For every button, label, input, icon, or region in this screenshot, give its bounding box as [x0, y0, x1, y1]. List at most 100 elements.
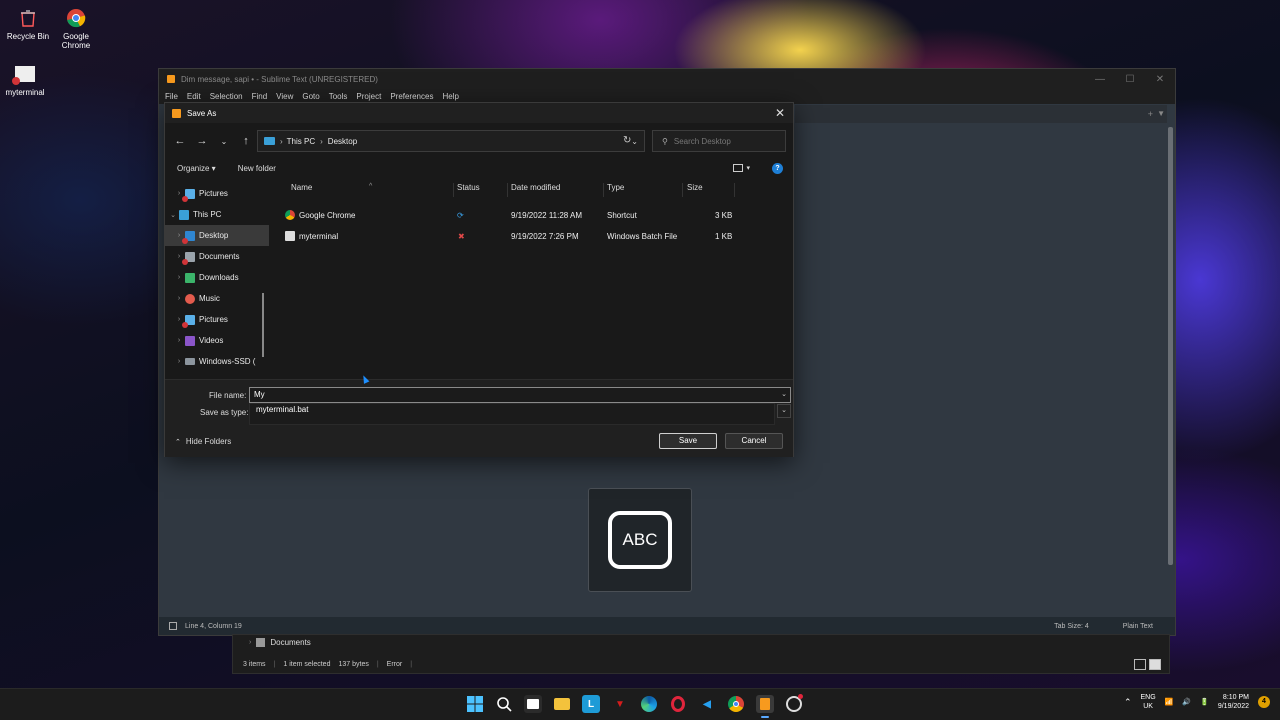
- edge-icon[interactable]: [640, 695, 658, 713]
- tab-list-chevron-icon[interactable]: ▼: [1157, 109, 1165, 118]
- nav-item-videos[interactable]: › Videos: [165, 330, 269, 351]
- file-row-myterminal[interactable]: myterminal ✖ 9/19/2022 7:26 PM Windows B…: [277, 226, 783, 247]
- clock-date: 9/19/2022: [1217, 703, 1249, 710]
- nav-item-pictures-quick[interactable]: › Pictures: [165, 183, 269, 204]
- desktop-icon-myterminal[interactable]: myterminal: [0, 62, 53, 97]
- nav-item-pictures[interactable]: › Pictures: [165, 309, 269, 330]
- nav-pane-scrollbar[interactable]: [262, 293, 264, 357]
- menu-project[interactable]: Project: [356, 92, 381, 101]
- chevron-up-icon[interactable]: ⌃: [1124, 697, 1132, 708]
- store-icon[interactable]: [524, 695, 542, 713]
- dialog-title: Save As: [187, 108, 217, 118]
- column-type[interactable]: Type: [607, 183, 624, 192]
- new-tab-icon[interactable]: +: [1148, 109, 1153, 119]
- breadcrumb-desktop[interactable]: Desktop: [328, 137, 357, 146]
- clock[interactable]: 8:10 PM 9/19/2022: [1218, 693, 1249, 711]
- cancel-button[interactable]: Cancel: [725, 433, 783, 449]
- language-indicator[interactable]: ENG UK: [1141, 693, 1156, 711]
- menu-find[interactable]: Find: [252, 92, 268, 101]
- new-folder-button[interactable]: New folder: [238, 164, 276, 173]
- syntax-status[interactable]: Plain Text: [1123, 623, 1153, 630]
- search-icon[interactable]: [495, 695, 513, 713]
- file-explorer-icon[interactable]: [553, 695, 571, 713]
- column-size[interactable]: Size: [687, 183, 703, 192]
- recent-locations-chevron-icon[interactable]: ⌄: [213, 137, 235, 146]
- chrome-icon[interactable]: [727, 695, 745, 713]
- hide-folders-toggle[interactable]: ⌃ Hide Folders: [175, 437, 231, 446]
- chevron-down-icon: ⌄: [170, 211, 176, 219]
- videos-icon: [185, 335, 195, 346]
- explorer-folder-documents[interactable]: Documents: [270, 638, 310, 647]
- menu-file[interactable]: File: [165, 92, 178, 101]
- recycle-bin-icon: [16, 6, 40, 30]
- tab-size-status[interactable]: Tab Size: 4: [1054, 623, 1089, 630]
- nav-item-this-pc[interactable]: ⌄ This PC: [165, 204, 269, 225]
- abc-keyboard-icon: ABC: [608, 511, 672, 569]
- nav-item-windows-ssd[interactable]: › Windows-SSD (: [165, 351, 269, 372]
- opera-icon[interactable]: [669, 695, 687, 713]
- nav-item-label: Music: [199, 294, 220, 303]
- breadcrumb-this-pc[interactable]: This PC: [287, 137, 315, 146]
- obs-icon[interactable]: [785, 694, 803, 713]
- volume-icon[interactable]: 🔊: [1182, 698, 1191, 706]
- details-view-icon[interactable]: [1134, 659, 1146, 670]
- notification-badge[interactable]: 4: [1258, 696, 1270, 708]
- help-icon[interactable]: ?: [772, 162, 783, 174]
- panel-toggle-icon[interactable]: [169, 622, 177, 630]
- battery-icon[interactable]: 🔋: [1200, 698, 1209, 706]
- chevron-right-icon: ›: [177, 295, 181, 302]
- wifi-icon[interactable]: 📶: [1165, 698, 1174, 706]
- autocomplete-suggestion[interactable]: myterminal.bat: [256, 405, 308, 414]
- selection-count: 1 item selected: [283, 661, 331, 668]
- maximize-icon[interactable]: ☐: [1115, 74, 1145, 85]
- file-name: Google Chrome: [299, 211, 356, 220]
- file-name-input[interactable]: My ⌄: [249, 387, 791, 403]
- column-date-modified[interactable]: Date modified: [511, 183, 560, 192]
- menu-edit[interactable]: Edit: [187, 92, 201, 101]
- drive-icon: [185, 358, 195, 365]
- view-icon: [733, 164, 744, 172]
- nav-item-downloads[interactable]: › Downloads: [165, 267, 269, 288]
- menu-tools[interactable]: Tools: [329, 92, 348, 101]
- search-input[interactable]: ⚲ Search Desktop: [652, 130, 786, 152]
- nav-item-music[interactable]: › Music: [165, 288, 269, 309]
- nav-item-label: Windows-SSD (: [199, 357, 256, 366]
- sublime-text-icon[interactable]: [756, 695, 774, 718]
- address-bar[interactable]: › This PC › Desktop ⌄: [257, 130, 645, 152]
- vscode-icon[interactable]: ◀: [698, 695, 716, 713]
- minimize-icon[interactable]: —: [1085, 74, 1115, 85]
- file-row-google-chrome[interactable]: Google Chrome ⟳ 9/19/2022 11:28 AM Short…: [277, 205, 783, 226]
- chevron-down-icon[interactable]: ⌄: [781, 388, 787, 402]
- save-button[interactable]: Save: [659, 433, 717, 449]
- column-status[interactable]: Status: [457, 183, 480, 192]
- start-button[interactable]: [466, 695, 484, 713]
- save-as-type-dropdown[interactable]: ⌄: [777, 404, 791, 418]
- tiles-view-icon[interactable]: [1149, 659, 1161, 670]
- nav-item-documents[interactable]: › Documents: [165, 246, 269, 267]
- chrome-icon: [285, 210, 295, 220]
- libreoffice-icon[interactable]: L: [582, 695, 600, 713]
- menu-help[interactable]: Help: [442, 92, 458, 101]
- menu-selection[interactable]: Selection: [210, 92, 243, 101]
- clock-time: 8:10 PM: [1222, 694, 1249, 701]
- chevron-down-icon[interactable]: ⌄: [631, 137, 638, 146]
- column-name[interactable]: Name: [291, 183, 312, 192]
- editor-scrollbar[interactable]: [1168, 127, 1173, 565]
- up-arrow-icon[interactable]: ↑: [235, 135, 257, 147]
- sync-icon: ⟳: [457, 211, 464, 220]
- nav-item-label: Desktop: [199, 231, 229, 240]
- search-placeholder: Search Desktop: [673, 136, 731, 146]
- desktop-icon-chrome[interactable]: Google Chrome: [48, 6, 104, 50]
- menu-view[interactable]: View: [276, 92, 293, 101]
- menu-goto[interactable]: Goto: [302, 92, 319, 101]
- organize-button[interactable]: Organize ▾: [177, 164, 216, 173]
- mcafee-icon[interactable]: ▼: [611, 695, 629, 713]
- menu-preferences[interactable]: Preferences: [390, 92, 433, 101]
- close-icon[interactable]: ✕: [767, 106, 793, 120]
- change-view-button[interactable]: ▾: [733, 164, 750, 172]
- nav-item-desktop[interactable]: › Desktop: [165, 225, 269, 246]
- close-icon[interactable]: ✕: [1145, 74, 1175, 85]
- refresh-icon[interactable]: ↻: [623, 135, 631, 146]
- back-arrow-icon[interactable]: ←: [169, 135, 191, 147]
- forward-arrow-icon[interactable]: →: [191, 135, 213, 147]
